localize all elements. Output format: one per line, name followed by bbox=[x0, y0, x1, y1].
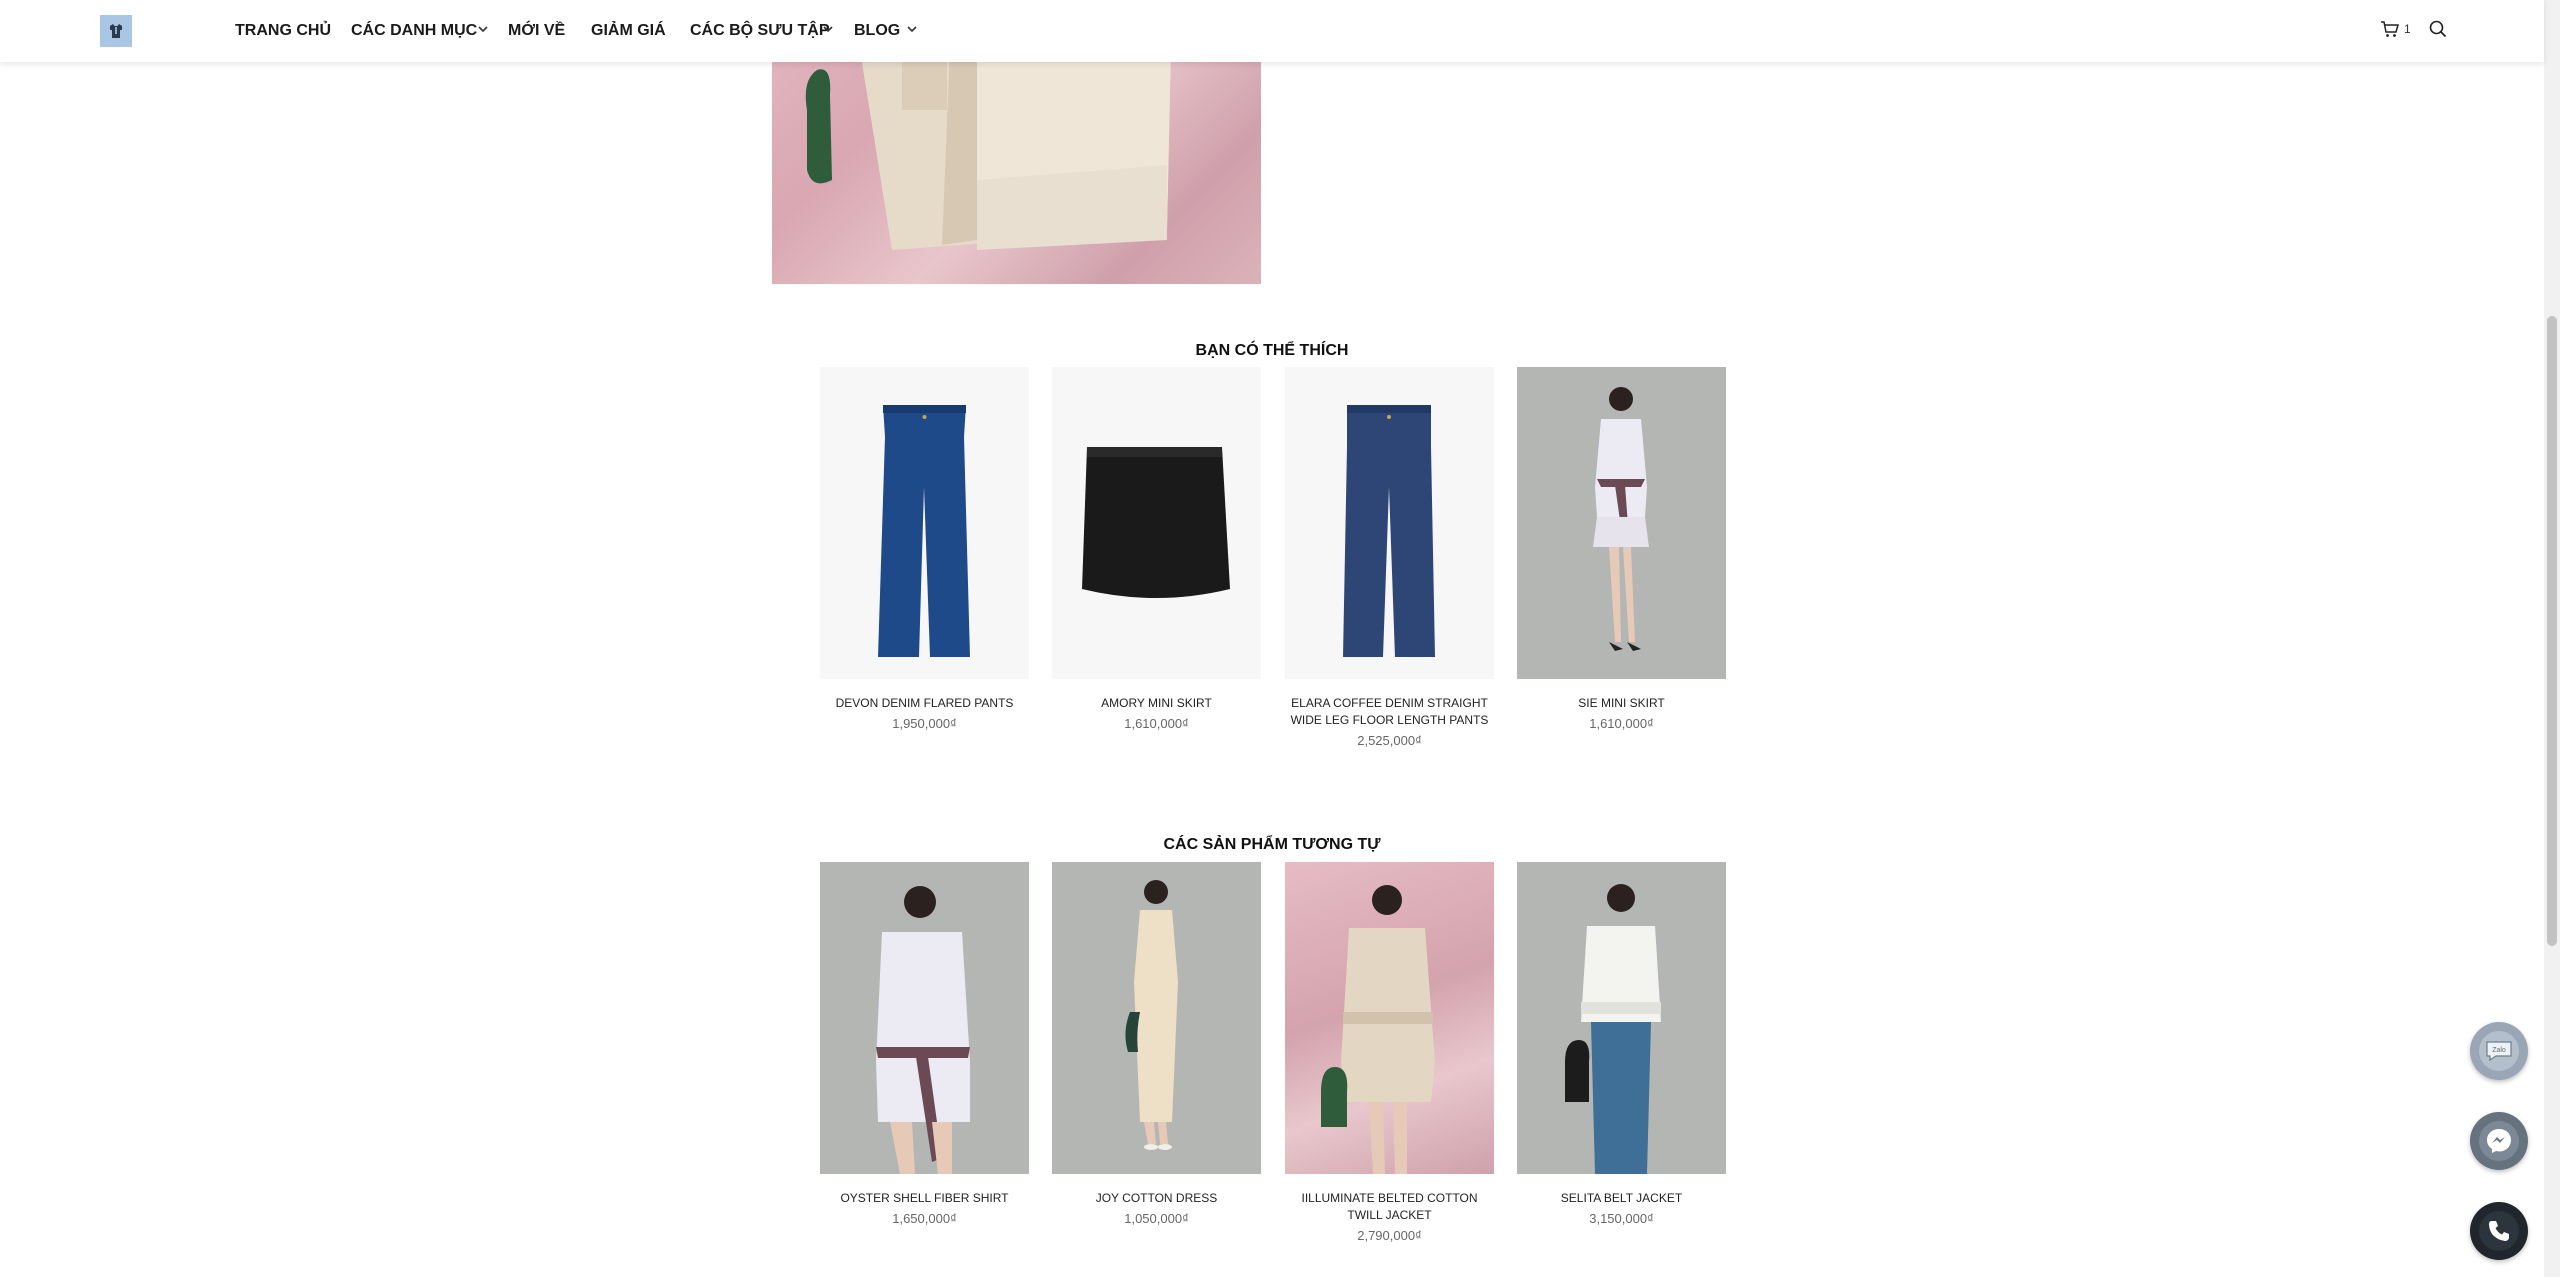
phone-button[interactable] bbox=[2470, 1202, 2528, 1260]
nav-moi-ve[interactable]: MỚI VỀ bbox=[508, 22, 565, 40]
product-image[interactable] bbox=[1052, 862, 1261, 1174]
product-name[interactable]: DEVON DENIM FLARED PANTS bbox=[820, 695, 1029, 712]
zalo-chat-icon: Zalo bbox=[2486, 1041, 2512, 1062]
product-card[interactable]: IILLUMINATE BELTED COTTON TWILL JACKET 2… bbox=[1285, 862, 1494, 1243]
product-price: 1,650,000₫ bbox=[892, 1211, 957, 1226]
product-price: 1,610,000₫ bbox=[1124, 716, 1189, 731]
cart-button[interactable]: 1 bbox=[2380, 20, 2411, 38]
product-name[interactable]: SIE MINI SKIRT bbox=[1517, 695, 1726, 712]
product-name[interactable]: OYSTER SHELL FIBER SHIRT bbox=[820, 1190, 1029, 1207]
nav-trang-chu[interactable]: TRANG CHỦ bbox=[235, 22, 331, 40]
product-card[interactable]: AMORY MINI SKIRT 1,610,000₫ bbox=[1052, 367, 1261, 731]
product-name[interactable]: AMORY MINI SKIRT bbox=[1052, 695, 1261, 712]
product-card[interactable]: SIE MINI SKIRT 1,610,000₫ bbox=[1517, 367, 1726, 731]
page-scrollbar[interactable] bbox=[2544, 0, 2560, 1277]
shirt-logo-icon bbox=[110, 24, 122, 38]
product-price: 1,950,000₫ bbox=[892, 716, 957, 731]
product-image[interactable] bbox=[1285, 862, 1494, 1174]
chevron-down-icon[interactable] bbox=[477, 24, 489, 34]
zalo-chat-button[interactable]: Zalo bbox=[2470, 1022, 2528, 1080]
product-name[interactable]: SELITA BELT JACKET bbox=[1517, 1190, 1726, 1207]
messenger-button[interactable] bbox=[2470, 1112, 2528, 1170]
nav-cac-bo-suu-tap[interactable]: CÁC BỘ SƯU TẬP bbox=[690, 22, 830, 40]
product-name[interactable]: IILLUMINATE BELTED COTTON TWILL JACKET bbox=[1285, 1190, 1494, 1224]
product-image[interactable] bbox=[1285, 367, 1494, 679]
chevron-down-icon[interactable] bbox=[822, 24, 834, 34]
product-price: 3,150,000₫ bbox=[1589, 1211, 1654, 1226]
cart-icon bbox=[2381, 21, 2399, 37]
section-title-similar: CÁC SẢN PHẨM TƯƠNG TỰ bbox=[1163, 836, 1381, 853]
product-name[interactable]: ELARA COFFEE DENIM STRAIGHT WIDE LEG FLO… bbox=[1285, 695, 1494, 729]
site-header: TRANG CHỦ CÁC DANH MỤC MỚI VỀ GIẢM GIÁ C… bbox=[0, 0, 2544, 62]
nav-blog[interactable]: BLOG bbox=[854, 22, 900, 40]
nav-cac-danh-muc[interactable]: CÁC DANH MỤC bbox=[351, 22, 477, 40]
product-image[interactable] bbox=[1517, 862, 1726, 1174]
phone-icon bbox=[2489, 1221, 2509, 1241]
site-logo[interactable] bbox=[100, 15, 132, 47]
section-title-recommended: BẠN CÓ THỂ THÍCH bbox=[1195, 342, 1349, 359]
product-image[interactable] bbox=[1517, 367, 1726, 679]
product-price: 2,790,000₫ bbox=[1357, 1228, 1422, 1243]
scrollbar-thumb[interactable] bbox=[2547, 316, 2557, 946]
product-card[interactable]: JOY COTTON DRESS 1,050,000₫ bbox=[1052, 862, 1261, 1226]
search-icon[interactable] bbox=[2428, 19, 2448, 39]
product-image[interactable] bbox=[820, 862, 1029, 1174]
product-price: 1,050,000₫ bbox=[1124, 1211, 1189, 1226]
chevron-down-icon[interactable] bbox=[906, 24, 918, 34]
zalo-label: Zalo bbox=[2492, 1047, 2506, 1054]
product-image[interactable] bbox=[1052, 367, 1261, 679]
product-card[interactable]: OYSTER SHELL FIBER SHIRT 1,650,000₫ bbox=[820, 862, 1029, 1226]
cart-count: 1 bbox=[2404, 22, 2411, 36]
product-card[interactable]: ELARA COFFEE DENIM STRAIGHT WIDE LEG FLO… bbox=[1285, 367, 1494, 748]
product-image[interactable] bbox=[820, 367, 1029, 679]
product-price: 1,610,000₫ bbox=[1589, 716, 1654, 731]
product-card[interactable]: DEVON DENIM FLARED PANTS 1,950,000₫ bbox=[820, 367, 1029, 731]
product-price: 2,525,000₫ bbox=[1357, 733, 1422, 748]
product-name[interactable]: JOY COTTON DRESS bbox=[1052, 1190, 1261, 1207]
messenger-icon bbox=[2487, 1129, 2511, 1153]
nav-giam-gia[interactable]: GIẢM GIÁ bbox=[591, 22, 666, 40]
product-card[interactable]: SELITA BELT JACKET 3,150,000₫ bbox=[1517, 862, 1726, 1226]
